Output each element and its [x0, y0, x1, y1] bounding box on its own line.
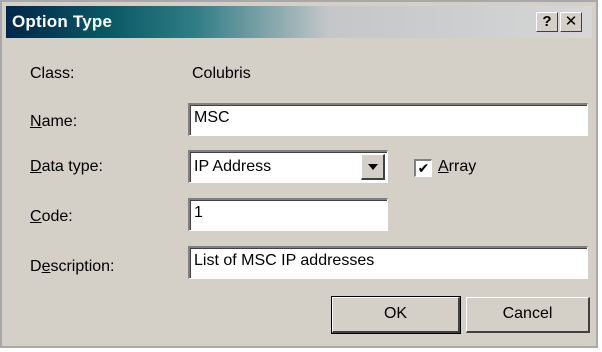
code-label-rest: ode: [41, 208, 73, 225]
description-label-rest: scription: [50, 258, 115, 275]
datatype-label-rest: ata type: [41, 158, 103, 175]
option-type-dialog: Option Type ? ✕ Class: Colubris Name: MS… [0, 0, 598, 348]
description-input[interactable]: List of MSC IP addresses [188, 246, 588, 279]
ok-button[interactable]: OK [331, 296, 461, 334]
datatype-select[interactable]: IP Address [188, 150, 388, 183]
class-label: Class: [30, 65, 75, 82]
cancel-button[interactable]: Cancel [466, 297, 590, 333]
code-label: Code: [30, 208, 73, 225]
name-input[interactable]: MSC [188, 103, 588, 136]
help-button[interactable]: ? [536, 12, 558, 32]
name-label: Name: [30, 113, 78, 130]
dropdown-arrow-icon[interactable] [361, 154, 385, 180]
datatype-selected-value: IP Address [194, 158, 272, 175]
array-checkbox[interactable]: ✔ [414, 159, 432, 177]
class-value: Colubris [192, 65, 251, 82]
array-label-rest: rray [448, 158, 477, 175]
close-button[interactable]: ✕ [560, 12, 582, 32]
window-title: Option Type [12, 12, 113, 31]
title-bar[interactable]: Option Type ? ✕ [6, 6, 592, 38]
code-input[interactable]: 1 [188, 198, 388, 231]
name-label-rest: ame: [41, 113, 78, 130]
datatype-label: Data type: [30, 158, 103, 175]
array-label: Array [438, 158, 477, 175]
description-label: Description: [30, 258, 115, 275]
